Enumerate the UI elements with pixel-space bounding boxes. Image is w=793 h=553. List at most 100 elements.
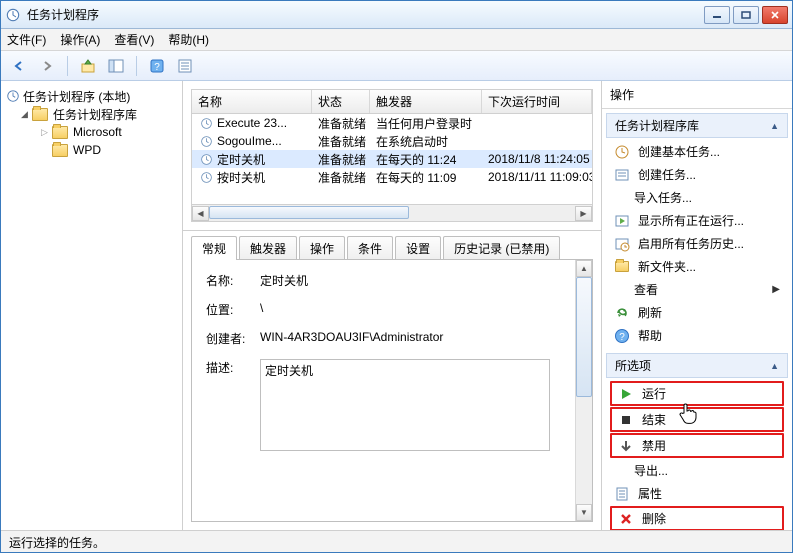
tab-3[interactable]: 条件 <box>347 236 393 260</box>
action-label: 属性 <box>638 485 662 502</box>
horizontal-scrollbar[interactable]: ◀ ▶ <box>191 205 593 222</box>
running-icon <box>614 213 630 229</box>
cell-state: 准备就绪 <box>312 150 370 169</box>
menu-file[interactable]: 文件(F) <box>7 31 46 48</box>
tree-root-label: 任务计划程序 (本地) <box>23 88 130 105</box>
action-item[interactable]: 导入任务... <box>606 186 788 209</box>
window-title: 任务计划程序 <box>27 6 704 23</box>
action-item[interactable]: 显示所有正在运行... <box>606 209 788 232</box>
cell-name: Execute 23... <box>192 114 312 132</box>
field-location-label: 位置: <box>206 301 260 318</box>
tab-1[interactable]: 触发器 <box>239 236 297 260</box>
navigation-tree[interactable]: 任务计划程序 (本地) ◢ 任务计划程序库 ▷ Microsoft WPD <box>1 81 183 530</box>
tree-child[interactable]: ▷ Microsoft <box>5 123 178 141</box>
action-item[interactable]: 刷新 <box>606 301 788 324</box>
table-row[interactable]: Execute 23...准备就绪当任何用户登录时 <box>192 114 592 132</box>
action-item[interactable]: 新文件夹... <box>606 255 788 278</box>
field-desc-value[interactable] <box>260 359 550 451</box>
col-name[interactable]: 名称 <box>192 90 312 113</box>
tree-library[interactable]: ◢ 任务计划程序库 <box>5 105 178 123</box>
cell-name: 定时关机 <box>192 150 312 169</box>
vertical-scrollbar[interactable]: ▲ ▼ <box>575 260 592 521</box>
close-button[interactable] <box>762 6 788 24</box>
cell-trigger: 在每天的 11:09 <box>370 168 482 187</box>
col-state[interactable]: 状态 <box>312 90 370 113</box>
cell-next-run: 2018/11/11 11:09:03 <box>482 169 592 185</box>
refresh-icon <box>614 305 630 321</box>
action-label: 禁用 <box>642 437 666 454</box>
action-item[interactable]: ?帮助 <box>606 324 788 347</box>
toolbar-separator <box>67 56 68 76</box>
minimize-button[interactable] <box>704 6 730 24</box>
expander-placeholder <box>39 145 50 156</box>
forward-button[interactable] <box>35 54 59 78</box>
action-label: 显示所有正在运行... <box>638 212 744 229</box>
back-button[interactable] <box>7 54 31 78</box>
clock-icon <box>5 88 21 104</box>
clock-icon <box>198 151 214 167</box>
details-tabs: 常规触发器操作条件设置历史记录 (已禁用) <box>191 237 593 259</box>
action-label: 帮助 <box>638 327 662 344</box>
scroll-down-button[interactable]: ▼ <box>576 504 592 521</box>
action-label: 运行 <box>642 385 666 402</box>
action-item[interactable]: 删除 <box>612 508 782 529</box>
menu-view[interactable]: 查看(V) <box>114 31 154 48</box>
field-author-value: WIN-4AR3DOAU3IF\Administrator <box>260 330 578 344</box>
field-desc-label: 描述: <box>206 359 260 376</box>
app-clock-icon <box>5 7 21 23</box>
scroll-left-button[interactable]: ◀ <box>192 206 209 221</box>
tree-child-label: WPD <box>73 143 101 157</box>
col-next-run[interactable]: 下次运行时间 <box>482 90 592 113</box>
run-icon <box>618 386 634 402</box>
table-row[interactable]: SogouIme...准备就绪在系统启动时 <box>192 132 592 150</box>
menu-bar: 文件(F) 操作(A) 查看(V) 帮助(H) <box>1 29 792 51</box>
submenu-arrow-icon: ▶ <box>772 284 780 295</box>
cell-state: 准备就绪 <box>312 168 370 187</box>
scroll-track[interactable] <box>576 277 592 504</box>
tree-root[interactable]: 任务计划程序 (本地) <box>5 87 178 105</box>
cell-next-run: 2018/11/8 11:24:05 <box>482 151 592 167</box>
maximize-button[interactable] <box>733 6 759 24</box>
scroll-track[interactable] <box>209 206 575 221</box>
tab-5[interactable]: 历史记录 (已禁用) <box>443 236 560 260</box>
action-item[interactable]: 查看▶ <box>606 278 788 301</box>
cell-name: SogouIme... <box>192 132 312 150</box>
action-item[interactable]: 禁用 <box>612 435 782 456</box>
actions-section-library[interactable]: 任务计划程序库 ▲ <box>606 113 788 138</box>
action-item[interactable]: 导出... <box>606 459 788 482</box>
folder-icon <box>52 144 68 157</box>
expander-icon[interactable]: ◢ <box>19 109 30 120</box>
action-label: 导出... <box>634 462 668 479</box>
actions-section-label: 所选项 <box>615 357 651 374</box>
action-item[interactable]: 属性 <box>606 482 788 505</box>
action-item[interactable]: 运行 <box>612 383 782 404</box>
expander-icon[interactable]: ▷ <box>39 127 50 138</box>
scroll-right-button[interactable]: ▶ <box>575 206 592 221</box>
action-item[interactable]: 创建基本任务... <box>606 140 788 163</box>
menu-action[interactable]: 操作(A) <box>60 31 100 48</box>
scroll-thumb[interactable] <box>209 206 409 219</box>
action-item[interactable]: 启用所有任务历史... <box>606 232 788 255</box>
tree-child[interactable]: WPD <box>5 141 178 159</box>
status-text: 运行选择的任务。 <box>9 536 105 550</box>
tab-2[interactable]: 操作 <box>299 236 345 260</box>
col-trigger[interactable]: 触发器 <box>370 90 482 113</box>
window-buttons <box>704 6 788 24</box>
actions-section-selected[interactable]: 所选项 ▲ <box>606 353 788 378</box>
task-grid[interactable]: 名称 状态 触发器 下次运行时间 Execute 23...准备就绪当任何用户登… <box>191 89 593 205</box>
table-row[interactable]: 定时关机准备就绪在每天的 11:242018/11/8 11:24:05 <box>192 150 592 168</box>
tab-0[interactable]: 常规 <box>191 236 237 260</box>
menu-help[interactable]: 帮助(H) <box>168 31 209 48</box>
scroll-up-button[interactable]: ▲ <box>576 260 592 277</box>
action-item[interactable]: 创建任务... <box>606 163 788 186</box>
up-button[interactable] <box>76 54 100 78</box>
action-label: 创建基本任务... <box>638 143 720 160</box>
help-button[interactable]: ? <box>145 54 169 78</box>
properties-button[interactable] <box>173 54 197 78</box>
action-item[interactable]: 结束 <box>612 409 782 430</box>
show-hide-tree-button[interactable] <box>104 54 128 78</box>
table-row[interactable]: 按时关机准备就绪在每天的 11:092018/11/11 11:09:03 <box>192 168 592 186</box>
actions-list-library: 创建基本任务... 创建任务...导入任务... 显示所有正在运行... 启用所有任务… <box>606 138 788 349</box>
scroll-thumb[interactable] <box>576 277 592 397</box>
tab-4[interactable]: 设置 <box>395 236 441 260</box>
